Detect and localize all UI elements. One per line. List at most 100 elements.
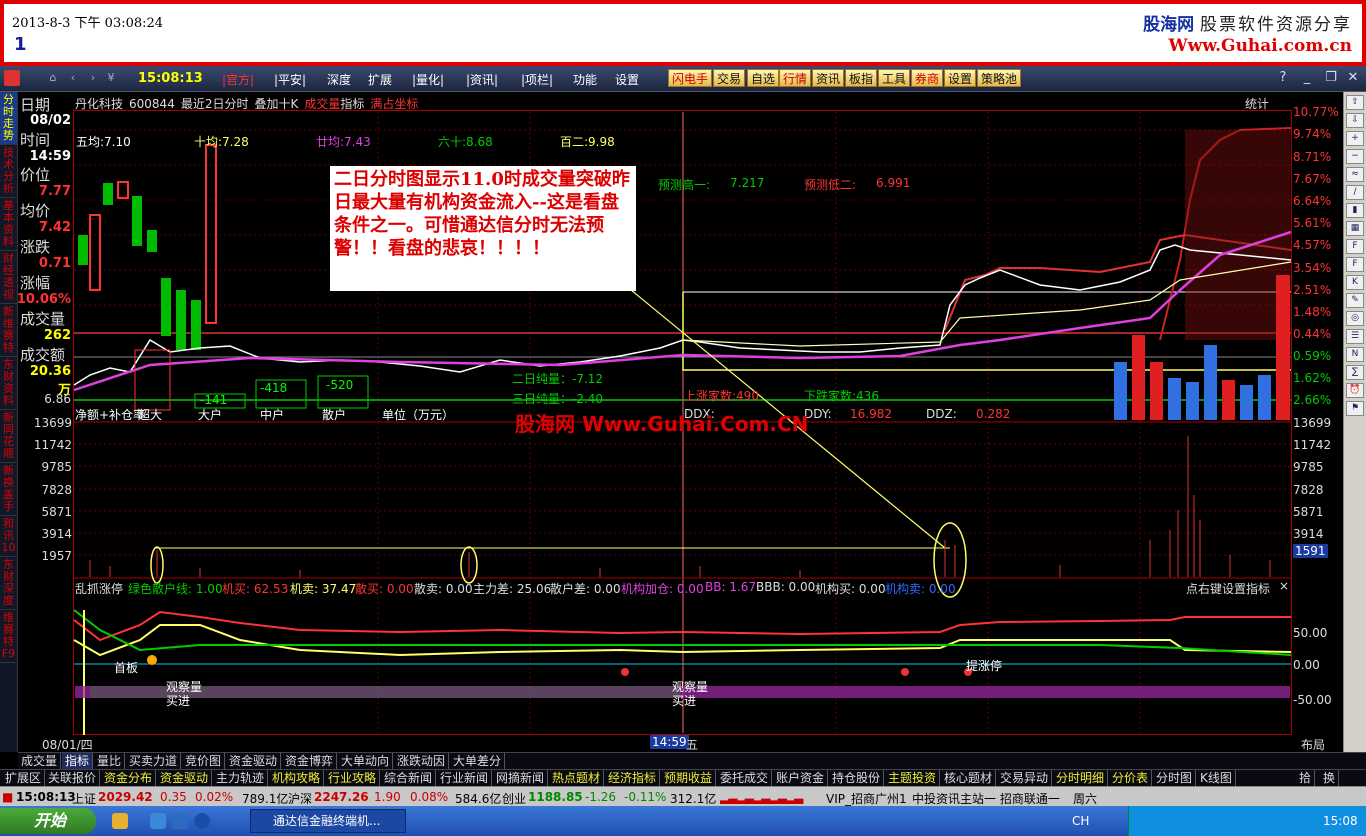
tab2-industry-news[interactable]: 行业新闻 (437, 770, 493, 787)
pct-tick: 3.54% (1293, 261, 1332, 275)
candle (132, 196, 142, 246)
zoom-in-icon[interactable]: + (1346, 131, 1364, 146)
buy-label-1: 买进 (166, 694, 191, 708)
pct-tick: 7.67% (1293, 172, 1332, 186)
vol-tick-right: 3914 (1293, 527, 1324, 541)
f10-icon[interactable]: F (1346, 239, 1364, 254)
quicklaunch-desktop-icon[interactable] (150, 813, 166, 829)
cy-change: -1.26 (585, 790, 617, 804)
tab2-orders[interactable]: 委托成交 (717, 770, 773, 787)
ma5-label: 五均:7.10 (76, 135, 131, 149)
tab2-intraday[interactable]: 分时图 (1153, 770, 1197, 787)
indicator-name[interactable]: 乱抓涨停 (75, 580, 123, 597)
candles (78, 144, 217, 350)
bar-icon[interactable]: ▮ (1346, 203, 1364, 218)
net-flow-big-value: -141 (200, 393, 228, 407)
indicator-inst-sell: 机卖: 37.47 (290, 582, 357, 596)
down-arrow-icon[interactable]: ⇩ (1346, 113, 1364, 128)
net-flow-small: 散户 (322, 408, 347, 422)
tab2-holdings[interactable]: 持仓股份 (829, 770, 885, 787)
vol-tick-left: 1957 (41, 549, 72, 563)
tab2-account[interactable]: 账户资金 (773, 770, 829, 787)
tab-auction[interactable]: 竞价图 (182, 753, 226, 770)
candle (161, 278, 171, 336)
indicator-green-line: 绿色散户线: 1.00 (128, 582, 223, 596)
layout-button[interactable]: 布局 (1301, 736, 1325, 753)
tab-volume-ratio[interactable]: 量比 (94, 753, 126, 770)
start-button[interactable]: 开始 (0, 808, 96, 834)
calc-icon[interactable]: ∑ (1346, 365, 1364, 380)
sh-pct: 0.02% (195, 790, 234, 804)
taskbar-app-tdx[interactable]: 通达信金融终端机... (250, 809, 406, 833)
line-icon[interactable]: ∕ (1346, 185, 1364, 200)
tab2-price-table[interactable]: 分价表 (1109, 770, 1153, 787)
tab2-expected-return[interactable]: 预期收益 (661, 770, 717, 787)
flow-bar (1168, 378, 1181, 420)
vol-tick-right: 7828 (1293, 483, 1324, 497)
alarm-icon[interactable]: ⏰ (1346, 383, 1364, 398)
tab2-related[interactable]: 关联报价 (45, 770, 101, 787)
tab2-web-news[interactable]: 网摘新闻 (493, 770, 549, 787)
news-icon[interactable]: N (1346, 347, 1364, 362)
indicator-bbb: BBB: 0.00 (756, 580, 816, 594)
target-icon[interactable]: ◎ (1346, 311, 1364, 326)
indicator-close-icon[interactable]: × (1279, 579, 1289, 593)
indicator-hint[interactable]: 点右键设置指标 (1186, 580, 1270, 597)
list-icon[interactable]: ☰ (1346, 329, 1364, 344)
quicklaunch-power-icon[interactable] (194, 813, 210, 829)
pct-tick: 9.74% (1293, 127, 1332, 141)
limit-up-label: 提涨停 (966, 659, 1003, 673)
tab2-industry-strategy[interactable]: 行业攻略 (325, 770, 381, 787)
tab-fund-game[interactable]: 资金博弈 (282, 753, 338, 770)
quicklaunch-ie-icon[interactable] (172, 813, 188, 829)
advancers: 上涨家数:490 (684, 389, 759, 403)
pct-tick: 2.66% (1293, 393, 1332, 407)
net-flow-super: 超大 (138, 408, 163, 422)
sh-change: 0.35 (160, 790, 187, 804)
input-language[interactable]: CH (1072, 814, 1089, 828)
tab2-news[interactable]: 综合新闻 (381, 770, 437, 787)
tab2-theme[interactable]: 主题投资 (885, 770, 941, 787)
tab2-anomaly[interactable]: 交易异动 (997, 770, 1053, 787)
tab2-fund-drive[interactable]: 资金驱动 (157, 770, 213, 787)
pen-icon[interactable]: ✎ (1346, 293, 1364, 308)
net-flow-small-value: -520 (326, 378, 354, 392)
buy-label-2: 买进 (672, 694, 697, 708)
tab2-main-track[interactable]: 主力轨迹 (213, 770, 269, 787)
signal-dot (147, 655, 157, 665)
tab2-inst-strategy[interactable]: 机构攻略 (269, 770, 325, 787)
quicklaunch-folder-icon[interactable] (112, 813, 128, 829)
tab2-econ-index[interactable]: 经济指标 (605, 770, 661, 787)
grid-icon[interactable]: ▦ (1346, 221, 1364, 236)
vol-last-badge: 1591 (1293, 544, 1328, 558)
tab-buy-sell-force[interactable]: 买卖力道 (126, 753, 182, 770)
up-arrow-icon[interactable]: ⇧ (1346, 95, 1364, 110)
k-icon[interactable]: K (1346, 275, 1364, 290)
tab2-tick-detail[interactable]: 分时明细 (1053, 770, 1109, 787)
tab2-kline[interactable]: K线图 (1197, 770, 1236, 787)
zoom-out-icon[interactable]: − (1346, 149, 1364, 164)
tab2-switch[interactable]: 换 (1320, 770, 1340, 787)
server-name[interactable]: VIP_招商广州1 (826, 790, 907, 807)
tab2-extend[interactable]: 扩展区 (2, 770, 46, 787)
tab2-core-topic[interactable]: 核心题材 (941, 770, 997, 787)
pct-tick: 4.57% (1293, 238, 1332, 252)
tab2-hot-topics[interactable]: 热点题材 (549, 770, 605, 787)
hs-index: 2247.26 (314, 790, 369, 804)
tab-big-order[interactable]: 大单动向 (338, 753, 394, 770)
tab-volume[interactable]: 成交量 (18, 753, 62, 770)
three-day-net: 三日纯量：-2.40 (512, 392, 604, 406)
tab-fund-drive[interactable]: 资金驱动 (226, 753, 282, 770)
tab-indicator[interactable]: 指标 (62, 753, 94, 770)
flow-bar (1114, 362, 1127, 420)
tab2-fund-dist[interactable]: 资金分布 (101, 770, 157, 787)
f9-icon[interactable]: F (1346, 257, 1364, 272)
flow-bar (1222, 380, 1235, 420)
tab-big-order-diff[interactable]: 大单差分 (450, 753, 506, 770)
flag-icon[interactable]: ⚑ (1346, 401, 1364, 416)
sh-index: 2029.42 (98, 790, 153, 804)
tab-change-cause[interactable]: 涨跌动因 (394, 753, 450, 770)
tab2-shi[interactable]: 拾 (1296, 770, 1316, 787)
cursor-time: 14:59 (650, 735, 689, 749)
chart-icon[interactable]: ≈ (1346, 167, 1364, 182)
